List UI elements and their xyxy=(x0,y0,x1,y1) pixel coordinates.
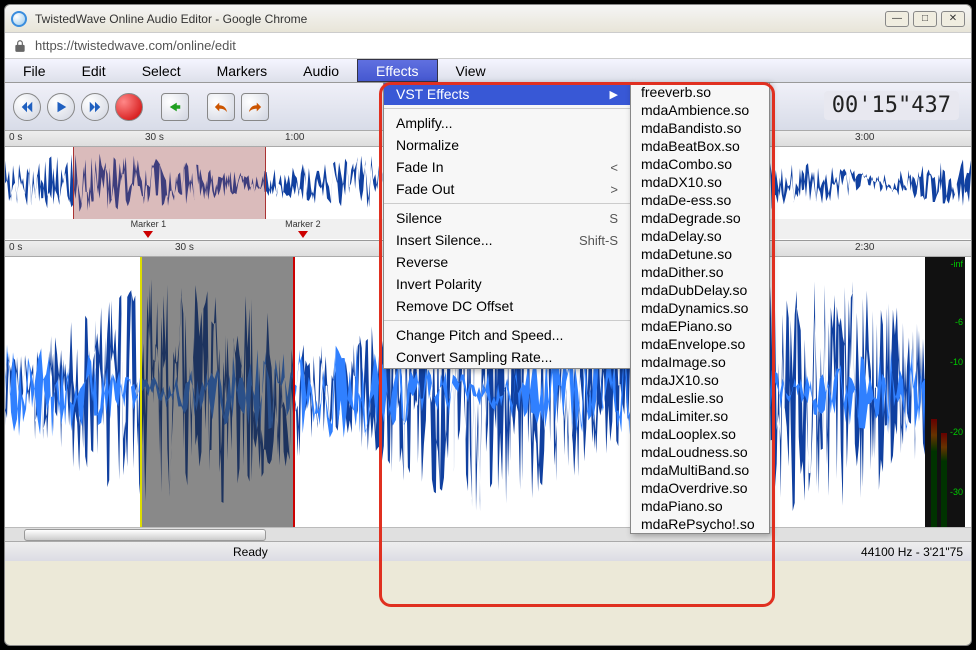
ruler-tick: 30 s xyxy=(145,132,164,143)
statusbar: Ready 44100 Hz - 3'21"75 xyxy=(5,541,971,561)
menu-item[interactable]: Insert Silence...Shift-S xyxy=(384,229,630,251)
vst-plugin-item[interactable]: mdaRePsycho!.so xyxy=(631,515,769,533)
vst-submenu: freeverb.somdaAmbience.somdaBandisto.som… xyxy=(630,82,770,534)
horizontal-scrollbar[interactable] xyxy=(5,527,971,541)
menu-item[interactable]: Fade In< xyxy=(384,156,630,178)
menu-view[interactable]: View xyxy=(438,59,504,82)
menu-markers[interactable]: Markers xyxy=(199,59,286,82)
vst-plugin-item[interactable]: mdaBeatBox.so xyxy=(631,137,769,155)
marker-1[interactable]: Marker 1 xyxy=(131,219,167,229)
address-bar[interactable]: https://twistedwave.com/online/edit xyxy=(5,33,971,59)
vst-plugin-item[interactable]: mdaDelay.so xyxy=(631,227,769,245)
vst-plugin-item[interactable]: mdaJX10.so xyxy=(631,371,769,389)
vst-plugin-item[interactable]: freeverb.so xyxy=(631,83,769,101)
record-button[interactable] xyxy=(115,93,143,121)
menu-effects[interactable]: Effects xyxy=(357,59,438,82)
marker-2[interactable]: Marker 2 xyxy=(285,219,321,229)
window-titlebar: TwistedWave Online Audio Editor - Google… xyxy=(5,5,971,33)
lock-icon xyxy=(13,39,27,53)
export-button[interactable] xyxy=(161,93,189,121)
vst-plugin-item[interactable]: mdaMultiBand.so xyxy=(631,461,769,479)
scrollbar-thumb[interactable] xyxy=(24,529,266,541)
vst-plugin-item[interactable]: mdaAmbience.so xyxy=(631,101,769,119)
menu-file[interactable]: File xyxy=(5,59,64,82)
menu-item[interactable]: Normalize xyxy=(384,134,630,156)
menu-select[interactable]: Select xyxy=(124,59,199,82)
vst-plugin-item[interactable]: mdaDe-ess.so xyxy=(631,191,769,209)
vst-plugin-item[interactable]: mdaCombo.so xyxy=(631,155,769,173)
vst-plugin-item[interactable]: mdaImage.so xyxy=(631,353,769,371)
menu-separator xyxy=(384,320,630,321)
minimize-button[interactable]: — xyxy=(885,11,909,27)
vst-plugin-item[interactable]: mdaDither.so xyxy=(631,263,769,281)
ruler-tick: 1:00 xyxy=(285,132,304,143)
overview-selection[interactable] xyxy=(73,147,266,219)
menu-item-vst-effects[interactable]: VST Effects▶ xyxy=(384,83,630,105)
ruler-tick: 2:30 xyxy=(855,242,874,253)
vst-plugin-item[interactable]: mdaDetune.so xyxy=(631,245,769,263)
menu-item[interactable]: Invert Polarity xyxy=(384,273,630,295)
menu-item[interactable]: Amplify... xyxy=(384,112,630,134)
url-text: https://twistedwave.com/online/edit xyxy=(35,38,236,53)
menu-item[interactable]: SilenceS xyxy=(384,207,630,229)
menu-separator xyxy=(384,108,630,109)
vst-plugin-item[interactable]: mdaOverdrive.so xyxy=(631,479,769,497)
rewind-button[interactable] xyxy=(13,93,41,121)
play-button[interactable] xyxy=(47,93,75,121)
app-icon xyxy=(11,11,27,27)
ruler-tick: 3:00 xyxy=(855,132,874,143)
level-meter: -inf -6 -10 -20 -30 xyxy=(925,257,965,527)
undo-button[interactable] xyxy=(207,93,235,121)
vst-plugin-item[interactable]: mdaDegrade.so xyxy=(631,209,769,227)
ruler-tick: 30 s xyxy=(175,242,194,253)
vst-plugin-item[interactable]: mdaEnvelope.so xyxy=(631,335,769,353)
status-left: Ready xyxy=(233,545,268,559)
menu-item[interactable]: Remove DC Offset xyxy=(384,295,630,317)
vst-plugin-item[interactable]: mdaDynamics.so xyxy=(631,299,769,317)
vst-plugin-item[interactable]: mdaBandisto.so xyxy=(631,119,769,137)
maximize-button[interactable]: □ xyxy=(913,11,937,27)
menu-item[interactable]: Reverse xyxy=(384,251,630,273)
close-button[interactable]: ✕ xyxy=(941,11,965,27)
redo-button[interactable] xyxy=(241,93,269,121)
menu-item[interactable]: Fade Out> xyxy=(384,178,630,200)
menu-separator xyxy=(384,203,630,204)
menu-audio[interactable]: Audio xyxy=(285,59,357,82)
effects-dropdown: VST Effects▶ Amplify...NormalizeFade In<… xyxy=(383,82,631,369)
main-selection[interactable] xyxy=(140,257,295,527)
status-right: 44100 Hz - 3'21"75 xyxy=(861,545,963,559)
ruler-tick: 0 s xyxy=(9,132,22,143)
forward-button[interactable] xyxy=(81,93,109,121)
vst-plugin-item[interactable]: mdaPiano.so xyxy=(631,497,769,515)
vst-plugin-item[interactable]: mdaLooplex.so xyxy=(631,425,769,443)
vst-plugin-item[interactable]: mdaLoudness.so xyxy=(631,443,769,461)
menu-edit[interactable]: Edit xyxy=(64,59,124,82)
vst-plugin-item[interactable]: mdaLeslie.so xyxy=(631,389,769,407)
ruler-tick: 0 s xyxy=(9,242,22,253)
vst-plugin-item[interactable]: mdaDX10.so xyxy=(631,173,769,191)
menu-item[interactable]: Change Pitch and Speed... xyxy=(384,324,630,346)
menu-item[interactable]: Convert Sampling Rate... xyxy=(384,346,630,368)
vst-plugin-item[interactable]: mdaEPiano.so xyxy=(631,317,769,335)
timecode-display: 00'15"437 xyxy=(824,91,959,120)
menubar: File Edit Select Markers Audio Effects V… xyxy=(5,59,971,83)
vst-plugin-item[interactable]: mdaLimiter.so xyxy=(631,407,769,425)
window-title: TwistedWave Online Audio Editor - Google… xyxy=(35,12,885,26)
vst-plugin-item[interactable]: mdaDubDelay.so xyxy=(631,281,769,299)
